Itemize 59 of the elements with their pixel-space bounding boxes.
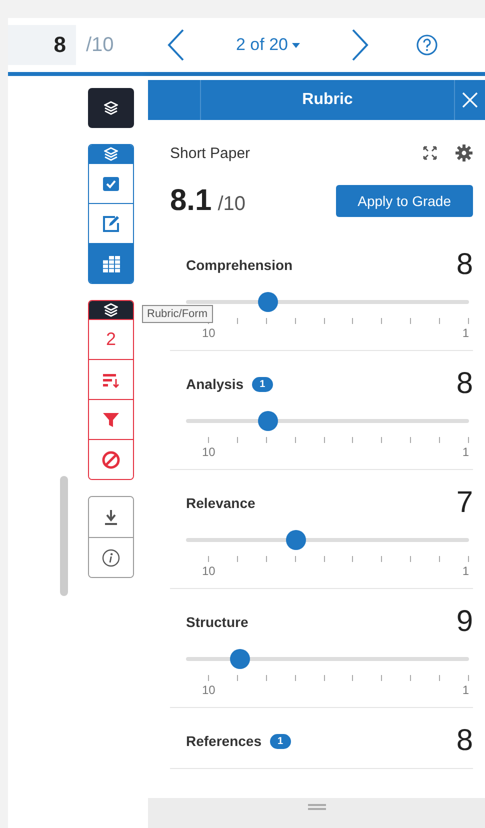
slider-track[interactable]	[186, 411, 469, 431]
criterion-score: 9	[456, 605, 473, 639]
previous-button[interactable]	[166, 28, 186, 62]
criterion-name: Relevance	[186, 495, 256, 511]
grid-icon	[101, 254, 121, 272]
layers-icon	[104, 147, 118, 161]
comment-badge[interactable]: 1	[252, 376, 274, 392]
slider-thumb[interactable]	[258, 411, 278, 431]
drag-handle[interactable]	[308, 804, 326, 810]
criterion-name: Comprehension	[186, 257, 293, 273]
criterion-score: 8	[456, 248, 473, 282]
info-icon	[102, 548, 120, 566]
criterion-name: Structure	[186, 614, 248, 630]
slider-max-label: 1	[462, 326, 469, 340]
settings-icon[interactable]	[455, 144, 473, 162]
criterion-score: 8	[456, 724, 473, 758]
tooltip: Rubric/Form	[142, 305, 213, 323]
layers-icon	[104, 101, 118, 115]
expand-icon[interactable]	[423, 146, 437, 160]
layers-button[interactable]	[88, 88, 134, 128]
comment-badge[interactable]: 1	[270, 734, 292, 748]
criterion-score: 8	[456, 367, 473, 401]
info-button[interactable]	[89, 537, 133, 577]
score-max: /10	[86, 34, 115, 56]
edit-icon	[102, 214, 120, 232]
rubric-name: Short Paper	[170, 144, 250, 162]
caret-icon	[292, 42, 300, 48]
apply-to-grade-button[interactable]: Apply to Grade	[336, 185, 473, 217]
filter-icon	[102, 412, 120, 428]
slider-min-label: 10	[202, 445, 216, 459]
slider-min-label: 10	[202, 326, 216, 340]
slider-min-label: 10	[202, 564, 216, 578]
pager-dropdown[interactable]: 2 of 20	[236, 35, 300, 55]
tool-button[interactable]	[89, 243, 133, 283]
next-button[interactable]	[350, 28, 370, 62]
slider-thumb[interactable]	[286, 530, 306, 550]
total-max: /10	[218, 193, 246, 215]
criterion-score: 7	[456, 486, 473, 520]
prohibited-icon	[102, 450, 120, 468]
slider-track[interactable]	[186, 530, 469, 550]
slider-min-label: 10	[202, 683, 216, 697]
help-icon[interactable]	[416, 34, 438, 56]
slider-max-label: 1	[462, 445, 469, 459]
clear-button[interactable]	[89, 439, 133, 479]
slider-thumb[interactable]	[258, 292, 278, 312]
download-icon	[104, 509, 118, 525]
checkbox-icon	[102, 176, 120, 192]
slider-track[interactable]	[186, 649, 469, 669]
sort-icon	[102, 372, 120, 388]
scrollbar[interactable]	[60, 476, 68, 596]
panel-title: Rubric	[200, 80, 455, 120]
score-field[interactable]: 8	[8, 25, 76, 65]
layers-icon	[104, 303, 118, 317]
slider-thumb[interactable]	[230, 649, 250, 669]
slider-max-label: 1	[462, 683, 469, 697]
total-score: 8.1	[170, 184, 212, 217]
slider-max-label: 1	[462, 564, 469, 578]
criterion-name: References	[186, 733, 262, 749]
criterion-name: Analysis	[186, 376, 244, 392]
